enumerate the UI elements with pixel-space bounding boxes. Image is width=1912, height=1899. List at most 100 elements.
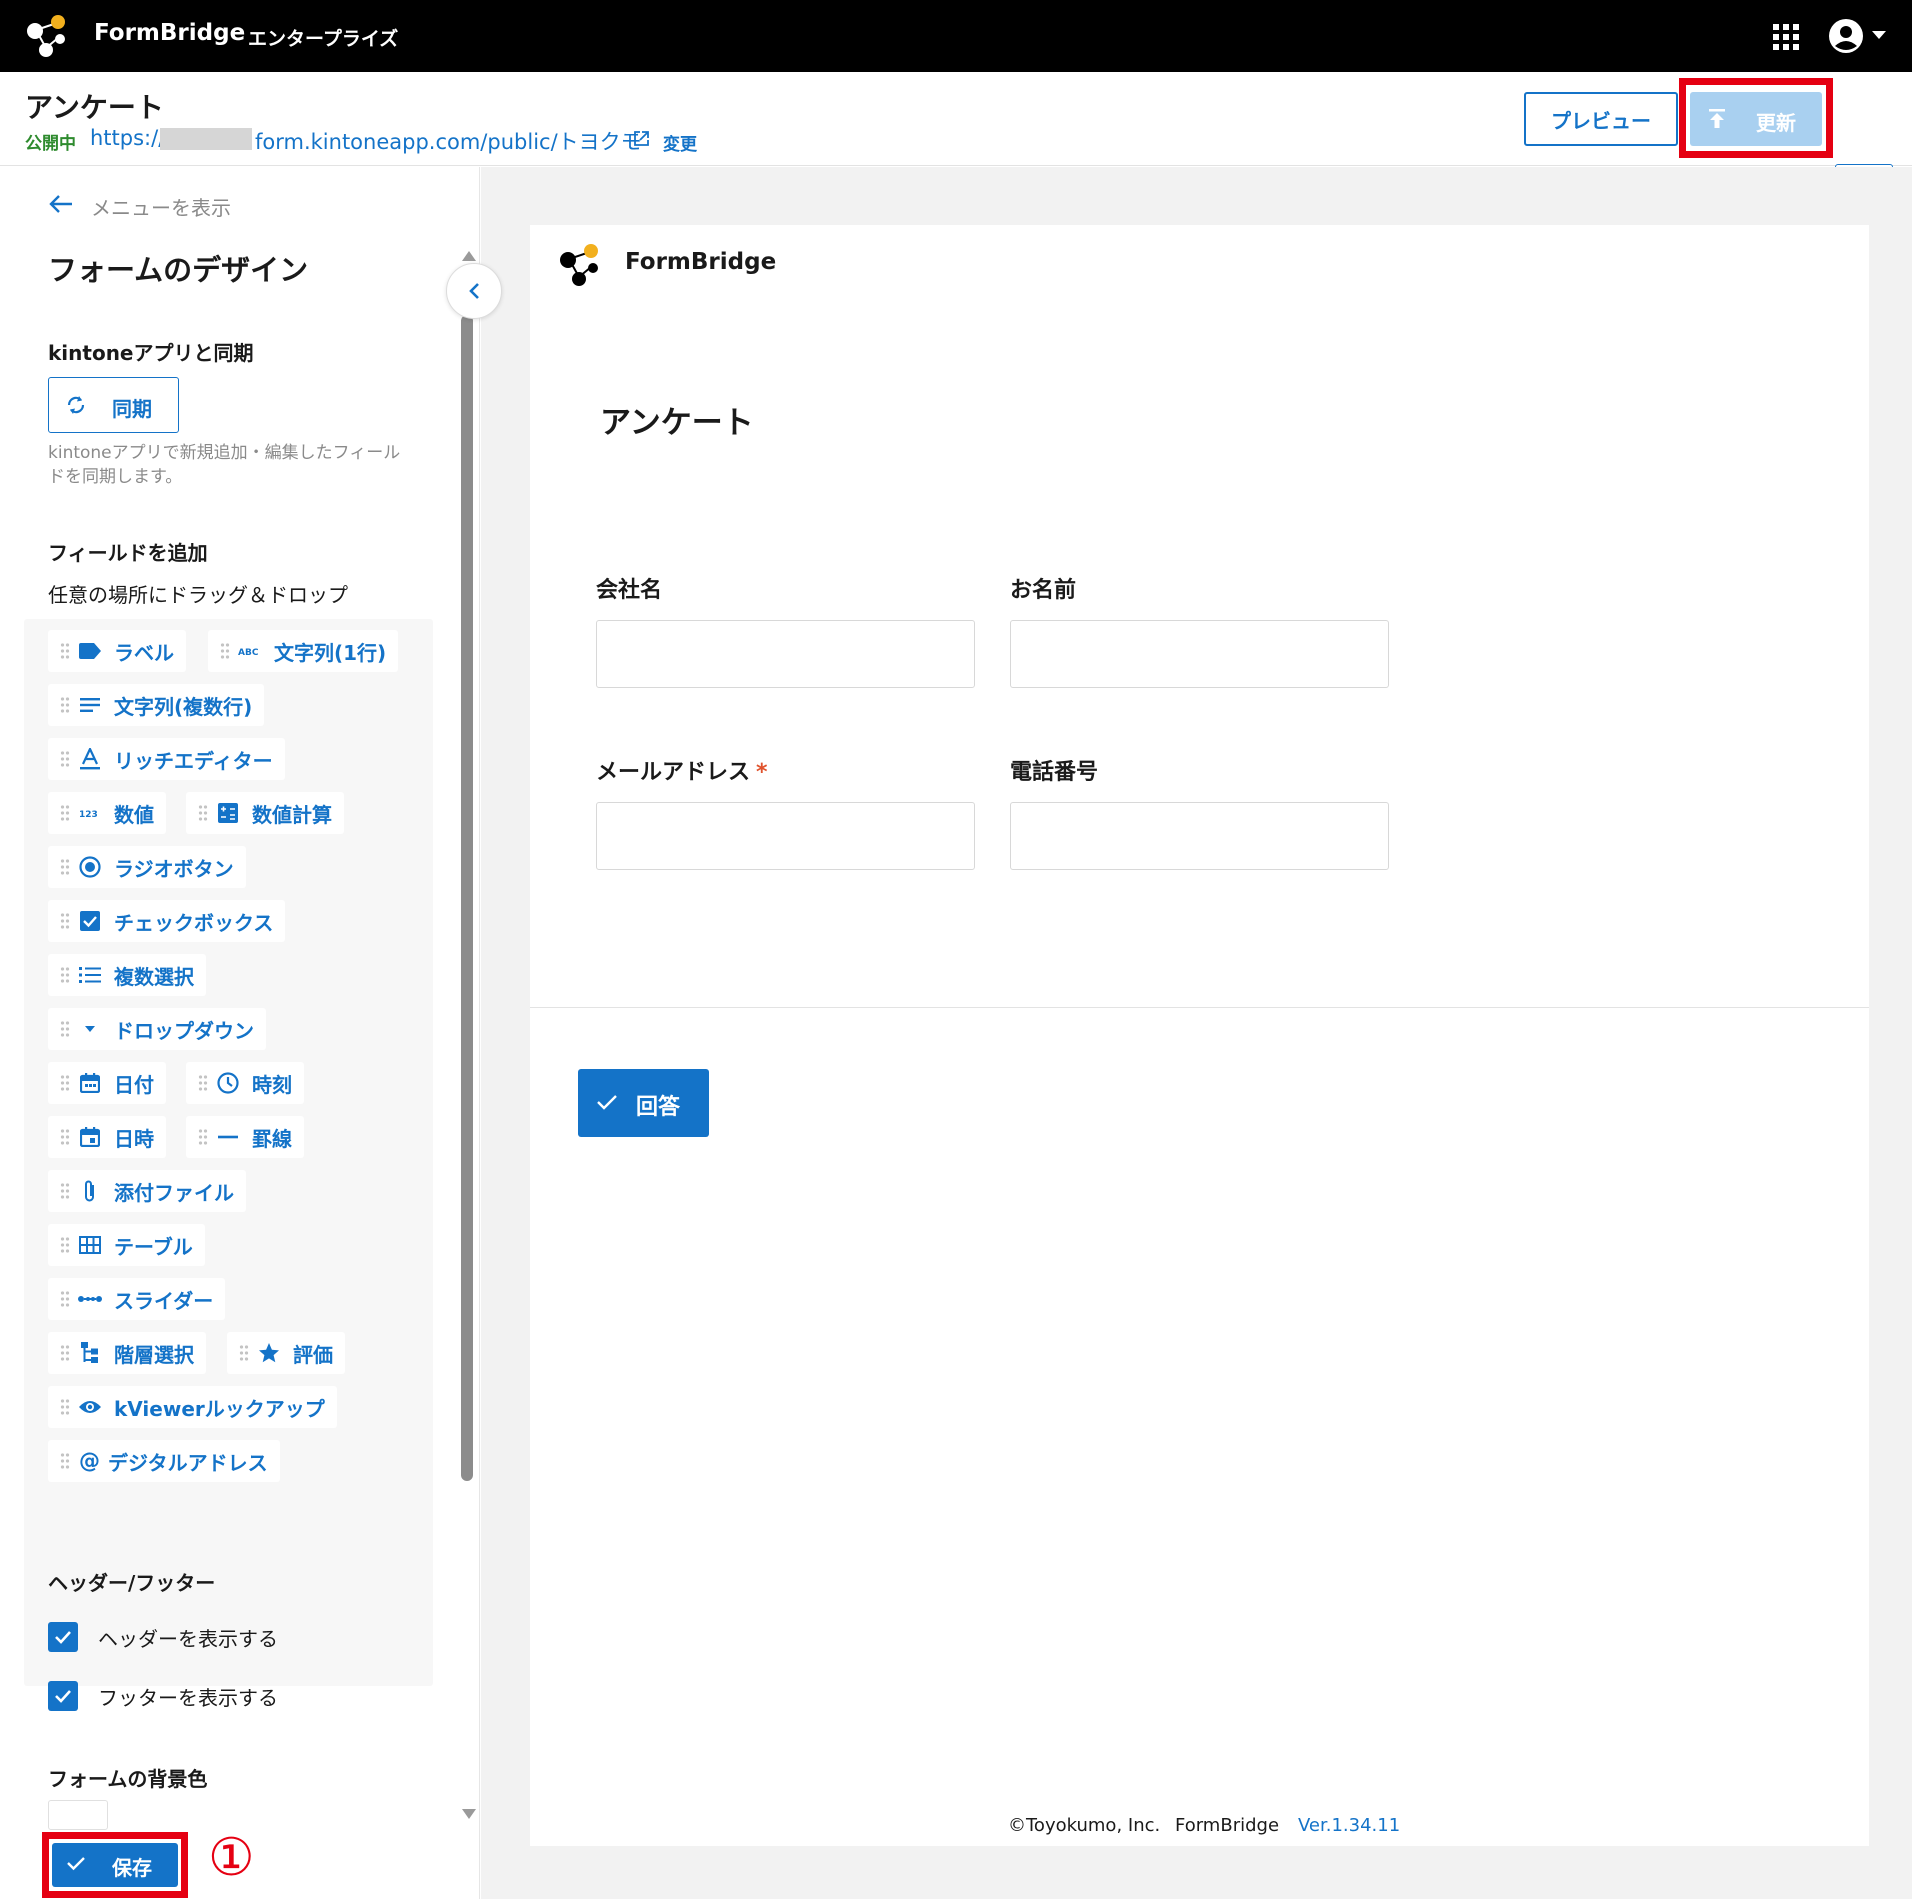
show-footer-checkbox[interactable] <box>48 1681 78 1711</box>
save-button-label: 保存 <box>112 1856 152 1880</box>
bg-color-section-title: フォームの背景色 <box>48 1767 208 1791</box>
form-url-prefix[interactable]: https:// <box>90 126 165 150</box>
footer-copyright: ©Toyokumo, Inc. <box>1008 1815 1161 1836</box>
external-link-icon[interactable] <box>633 130 650 147</box>
field-chip-radio-button[interactable]: ラジオボタン <box>48 846 246 888</box>
save-button[interactable]: 保存 <box>52 1843 178 1887</box>
field-chip-checkbox[interactable]: チェックボックス <box>48 900 286 942</box>
drag-handle-icon[interactable] <box>60 1236 70 1254</box>
update-button[interactable]: 更新 <box>1690 92 1822 146</box>
drag-handle-icon[interactable] <box>60 1290 70 1308</box>
drag-handle-icon[interactable] <box>60 1020 70 1038</box>
field-chip-rating[interactable]: 評価 <box>227 1332 345 1374</box>
email-input[interactable] <box>596 802 975 870</box>
field-chip-number[interactable]: 123 数値 <box>48 792 166 834</box>
bg-color-picker[interactable] <box>48 1800 108 1830</box>
drag-handle-icon[interactable] <box>60 750 70 768</box>
field-chip-time[interactable]: 時刻 <box>186 1062 304 1104</box>
sidebar-title: フォームのデザイン <box>48 253 309 287</box>
account-caret-icon[interactable] <box>1872 31 1886 39</box>
field-chip-text: 階層選択 <box>114 1342 194 1367</box>
collapse-sidebar-button[interactable] <box>446 263 502 319</box>
star-icon <box>257 1341 281 1365</box>
form-url[interactable]: form.kintoneapp.com/public/トヨクモ <box>255 126 642 156</box>
name-label: お名前 <box>1010 578 1077 603</box>
field-chip-table[interactable]: テーブル <box>48 1224 205 1266</box>
drag-handle-icon[interactable] <box>60 642 70 660</box>
sync-section-title: kintoneアプリと同期 <box>48 341 254 365</box>
show-header-option[interactable]: ヘッダーを表示する <box>48 1622 278 1652</box>
back-arrow-icon[interactable] <box>48 194 74 214</box>
drag-handle-icon[interactable] <box>60 1128 70 1146</box>
field-chip-datetime[interactable]: 日時 <box>48 1116 166 1158</box>
field-chip-text: チェックボックス <box>114 910 274 935</box>
field-chip-text: 評価 <box>293 1342 333 1367</box>
number-icon: 123 <box>78 801 102 825</box>
field-chip-text: 数値 <box>114 802 154 827</box>
scroll-up-arrow-icon[interactable] <box>462 251 476 261</box>
event-icon <box>78 1125 102 1149</box>
drag-handle-icon[interactable] <box>60 966 70 984</box>
field-chip-text: 罫線 <box>252 1126 292 1151</box>
sidebar-scrollbar[interactable] <box>461 315 473 1481</box>
show-footer-option[interactable]: フッターを表示する <box>48 1681 278 1711</box>
field-chip-label[interactable]: ラベル <box>48 630 186 672</box>
show-header-label: ヘッダーを表示する <box>98 1626 278 1651</box>
field-chip-text: 時刻 <box>252 1072 292 1097</box>
field-chip-hierarchy-select[interactable]: 階層選択 <box>48 1332 206 1374</box>
account-icon[interactable] <box>1828 18 1864 54</box>
clock-icon <box>216 1071 240 1095</box>
show-footer-label: フッターを表示する <box>98 1685 278 1710</box>
drag-handle-icon[interactable] <box>60 1182 70 1200</box>
field-chip-text: 文字列(複数行) <box>114 694 253 719</box>
field-chip-text: ラベル <box>114 640 174 665</box>
drag-handle-icon[interactable] <box>60 1452 70 1470</box>
field-chip-multi-line-text[interactable]: 文字列(複数行) <box>48 684 265 726</box>
company-label: 会社名 <box>596 578 663 603</box>
drag-handle-icon[interactable] <box>60 858 70 876</box>
field-chip-divider-line[interactable]: 罫線 <box>186 1116 304 1158</box>
drag-handle-icon[interactable] <box>60 1398 70 1416</box>
drag-handle-icon[interactable] <box>220 642 230 660</box>
drag-handle-icon[interactable] <box>60 696 70 714</box>
drag-handle-icon[interactable] <box>60 1344 70 1362</box>
dropdown-icon <box>78 1017 102 1041</box>
field-chip-kviewer-lookup[interactable]: kViewerルックアップ <box>48 1386 337 1428</box>
footer-version[interactable]: Ver.1.34.11 <box>1298 1815 1400 1836</box>
calendar-icon <box>78 1071 102 1095</box>
name-input[interactable] <box>1010 620 1389 688</box>
submit-button[interactable]: 回答 <box>578 1069 709 1137</box>
phone-input[interactable] <box>1010 802 1389 870</box>
brand-name: FormBridge <box>94 20 246 46</box>
field-chip-attachment[interactable]: 添付ファイル <box>48 1170 246 1212</box>
field-chip-rich-editor[interactable]: リッチエディター <box>48 738 285 780</box>
drag-handle-icon[interactable] <box>60 804 70 822</box>
show-menu-link[interactable]: メニューを表示 <box>91 192 231 221</box>
field-chip-date[interactable]: 日付 <box>48 1062 166 1104</box>
preview-button[interactable]: プレビュー <box>1524 92 1678 146</box>
field-chip-calculation[interactable]: 数値計算 <box>186 792 344 834</box>
field-chip-multi-select[interactable]: 複数選択 <box>48 954 206 996</box>
check-icon <box>55 1690 71 1703</box>
drag-handle-icon[interactable] <box>60 1074 70 1092</box>
field-chip-digital-address[interactable]: @ デジタルアドレス <box>48 1440 280 1482</box>
field-chip-slider[interactable]: スライダー <box>48 1278 226 1320</box>
drag-handle-icon[interactable] <box>239 1344 249 1362</box>
email-label: メールアドレス <box>596 760 751 785</box>
slider-icon <box>78 1287 102 1311</box>
chevron-left-icon <box>469 283 479 299</box>
sync-button-label: 同期 <box>112 397 152 421</box>
change-url-link[interactable]: 変更 <box>663 130 697 155</box>
field-chip-dropdown[interactable]: ドロップダウン <box>48 1008 266 1050</box>
field-chip-text: デジタルアドレス <box>108 1450 268 1475</box>
show-header-checkbox[interactable] <box>48 1622 78 1652</box>
drag-handle-icon[interactable] <box>198 1074 208 1092</box>
company-input[interactable] <box>596 620 975 688</box>
drag-handle-icon[interactable] <box>198 804 208 822</box>
apps-grid-icon[interactable] <box>1773 24 1799 50</box>
scroll-down-arrow-icon[interactable] <box>462 1809 476 1819</box>
drag-handle-icon[interactable] <box>198 1128 208 1146</box>
sync-button[interactable]: 同期 <box>48 377 179 433</box>
drag-handle-icon[interactable] <box>60 912 70 930</box>
field-chip-single-line-text[interactable]: ABC 文字列(1行) <box>208 630 399 672</box>
